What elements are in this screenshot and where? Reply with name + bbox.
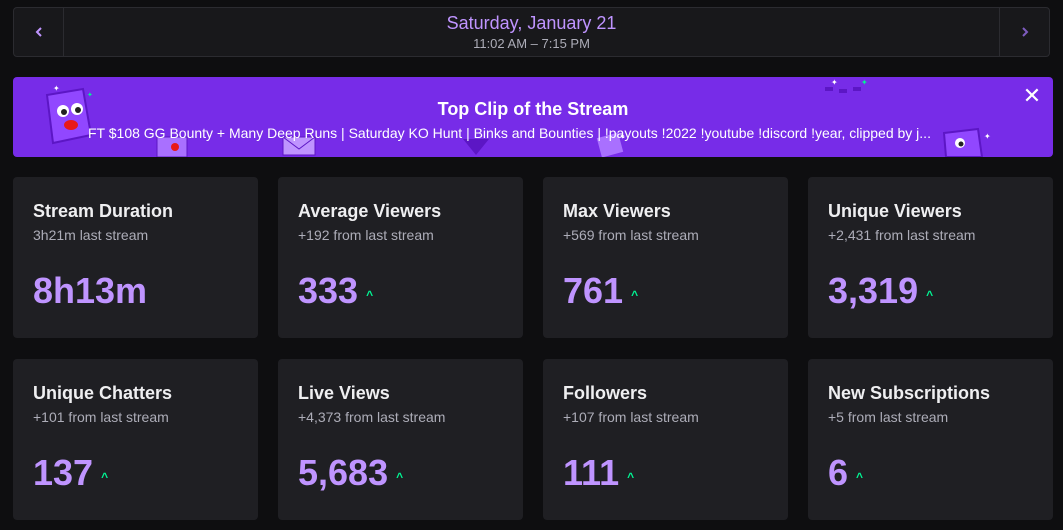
next-date-button[interactable]: [999, 8, 1049, 56]
trend-up-icon: ^: [101, 470, 109, 484]
stat-comparison: 3h21m last stream: [33, 227, 149, 243]
trend-up-icon: ^: [856, 470, 864, 484]
stat-title: Followers: [563, 383, 648, 403]
stat-comparison: +4,373 from last stream: [298, 409, 446, 425]
svg-text:✦: ✦: [831, 78, 838, 87]
stat-value: 111: [563, 452, 620, 493]
svg-text:✦: ✦: [53, 84, 60, 93]
stat-value: 137: [33, 452, 94, 493]
svg-text:✦: ✦: [861, 78, 868, 87]
stat-comparison: +5 from last stream: [828, 409, 949, 425]
stat-title: Live Views: [298, 383, 390, 403]
stat-value: 5,683: [298, 452, 389, 493]
stat-card-live-views: Live Views +4,373 from last stream 5,683…: [278, 359, 523, 520]
time-range: 11:02 AM – 7:15 PM: [473, 36, 590, 51]
stat-comparison: +107 from last stream: [563, 409, 699, 425]
stat-card-stream-duration: Stream Duration 3h21m last stream 8h13m: [13, 177, 258, 338]
top-clip-banner[interactable]: ✦ ✦ ✦ ✦ ✦ ✦ Top Clip of the Stream FT $10…: [13, 77, 1053, 157]
date-title: Saturday, January 21: [446, 13, 617, 33]
trend-up-icon: ^: [396, 470, 404, 484]
previous-date-button[interactable]: [14, 8, 64, 56]
stat-card-followers: Followers +107 from last stream 111 ^: [543, 359, 788, 520]
stat-value: 3,319: [828, 270, 919, 311]
stat-title: Stream Duration: [33, 201, 174, 221]
svg-text:✦: ✦: [984, 132, 991, 141]
trend-up-icon: ^: [631, 288, 639, 302]
stat-comparison: +101 from last stream: [33, 409, 169, 425]
stat-title: Unique Chatters: [33, 383, 173, 403]
close-icon: ✕: [1022, 83, 1042, 108]
stat-card-unique-chatters: Unique Chatters +101 from last stream 13…: [13, 359, 258, 520]
stat-value: 8h13m: [33, 270, 148, 311]
stat-value: 761: [563, 270, 624, 311]
date-navigator: Saturday, January 21 11:02 AM – 7:15 PM: [13, 7, 1050, 57]
stat-value: 6: [828, 452, 849, 493]
stat-comparison: +569 from last stream: [563, 227, 699, 243]
trend-up-icon: ^: [627, 470, 635, 484]
chevron-left-icon: [35, 24, 43, 40]
stat-title: Unique Viewers: [828, 201, 962, 221]
stat-card-average-viewers: Average Viewers +192 from last stream 33…: [278, 177, 523, 338]
stat-card-new-subscriptions: New Subscriptions +5 from last stream 6 ^: [808, 359, 1053, 520]
stat-title: Max Viewers: [563, 201, 671, 221]
stat-card-max-viewers: Max Viewers +569 from last stream 761 ^: [543, 177, 788, 338]
stat-value: 333: [298, 270, 359, 311]
chevron-right-icon: [1021, 24, 1029, 40]
close-banner-button[interactable]: ✕: [1021, 85, 1043, 107]
stat-comparison: +2,431 from last stream: [828, 227, 976, 243]
stat-title: Average Viewers: [298, 201, 442, 221]
stat-comparison: +192 from last stream: [298, 227, 434, 243]
date-display: Saturday, January 21 11:02 AM – 7:15 PM: [64, 8, 999, 56]
sparkle-illustration-right: ✦ ✦: [825, 78, 868, 93]
stat-card-unique-viewers: Unique Viewers +2,431 from last stream 3…: [808, 177, 1053, 338]
trend-up-icon: ^: [926, 288, 934, 302]
stat-title: New Subscriptions: [828, 383, 991, 403]
clip-title[interactable]: FT $108 GG Bounty + Many Deep Runs | Sat…: [88, 125, 983, 141]
svg-text:✦: ✦: [87, 91, 93, 99]
banner-title: Top Clip of the Stream: [437, 99, 629, 119]
trend-up-icon: ^: [366, 288, 374, 302]
